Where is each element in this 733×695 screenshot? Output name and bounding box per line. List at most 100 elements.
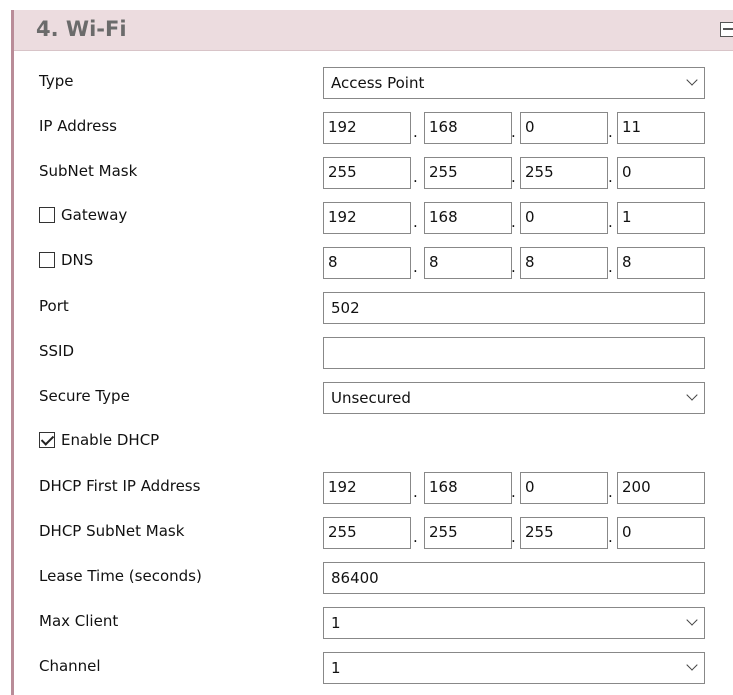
dhcp-first-ip-octet-3[interactable]: 0 (520, 472, 608, 504)
ip-address-input: 192 . 168 . 0 . 11 (323, 112, 705, 144)
ip-separator: . (511, 258, 516, 276)
chevron-down-icon (686, 614, 698, 626)
lease-time-label: Lease Time (seconds) (39, 567, 202, 585)
ip-separator: . (608, 123, 613, 141)
dhcp-subnet-mask-input: 255 . 255 . 255 . 0 (323, 517, 705, 549)
secure-type-label: Secure Type (39, 387, 130, 405)
max-client-value: 1 (331, 614, 341, 632)
ip-separator: . (511, 168, 516, 186)
gateway-octet-2[interactable]: 168 (424, 202, 512, 234)
secure-type-value: Unsecured (331, 389, 411, 407)
max-client-label: Max Client (39, 612, 119, 630)
ip-separator: . (413, 483, 418, 501)
ip-address-label: IP Address (39, 117, 117, 135)
row-subnet-mask: SubNet Mask 255 . 255 . 255 . 0 (14, 153, 733, 195)
type-select-value: Access Point (331, 74, 425, 92)
dhcp-first-ip-input: 192 . 168 . 0 . 200 (323, 472, 705, 504)
chevron-down-icon (686, 74, 698, 86)
dns-checkbox-label[interactable]: DNS (39, 251, 93, 269)
ip-separator: . (511, 528, 516, 546)
ip-separator: . (608, 528, 613, 546)
ip-separator: . (413, 258, 418, 276)
row-channel: Channel 1 (14, 648, 733, 690)
ip-separator: . (608, 168, 613, 186)
subnet-mask-octet-4[interactable]: 0 (617, 157, 705, 189)
row-dns: DNS 8 . 8 . 8 . 8 (14, 243, 733, 285)
dhcp-subnet-mask-label: DHCP SubNet Mask (39, 522, 185, 540)
subnet-mask-octet-3[interactable]: 255 (520, 157, 608, 189)
port-input[interactable]: 502 (323, 292, 705, 324)
enable-dhcp-label: Enable DHCP (61, 431, 160, 449)
chevron-down-icon (686, 389, 698, 401)
channel-value: 1 (331, 659, 341, 677)
subnet-mask-label: SubNet Mask (39, 162, 138, 180)
row-dhcp-subnet-mask: DHCP SubNet Mask 255 . 255 . 255 . 0 (14, 513, 733, 555)
ip-address-octet-3[interactable]: 0 (520, 112, 608, 144)
ip-separator: . (608, 258, 613, 276)
dhcp-first-ip-octet-4[interactable]: 200 (617, 472, 705, 504)
dns-input: 8 . 8 . 8 . 8 (323, 247, 705, 279)
row-type: Type Access Point (14, 63, 733, 105)
dns-octet-4[interactable]: 8 (617, 247, 705, 279)
ip-separator: . (413, 168, 418, 186)
dhcp-first-ip-label: DHCP First IP Address (39, 477, 201, 495)
type-select[interactable]: Access Point (323, 67, 705, 99)
row-ip-address: IP Address 192 . 168 . 0 . 11 (14, 108, 733, 150)
dns-octet-2[interactable]: 8 (424, 247, 512, 279)
gateway-checkbox-label[interactable]: Gateway (39, 206, 127, 224)
subnet-mask-octet-2[interactable]: 255 (424, 157, 512, 189)
channel-label: Channel (39, 657, 101, 675)
row-secure-type: Secure Type Unsecured (14, 378, 733, 420)
gateway-checkbox[interactable] (39, 207, 55, 223)
ip-address-octet-2[interactable]: 168 (424, 112, 512, 144)
wifi-section-panel: 4. Wi-Fi Type Access Point IP Address 19… (14, 10, 733, 695)
dns-checkbox[interactable] (39, 252, 55, 268)
ip-separator: . (608, 213, 613, 231)
ip-separator: . (511, 213, 516, 231)
ssid-input[interactable] (323, 337, 705, 369)
dhcp-subnet-mask-octet-4[interactable]: 0 (617, 517, 705, 549)
chevron-down-icon (686, 659, 698, 671)
type-label: Type (39, 72, 74, 90)
secure-type-select[interactable]: Unsecured (323, 382, 705, 414)
ssid-label: SSID (39, 342, 75, 360)
subnet-mask-input: 255 . 255 . 255 . 0 (323, 157, 705, 189)
dhcp-first-ip-octet-2[interactable]: 168 (424, 472, 512, 504)
gateway-octet-3[interactable]: 0 (520, 202, 608, 234)
ip-separator: . (511, 483, 516, 501)
dns-octet-3[interactable]: 8 (520, 247, 608, 279)
row-port: Port 502 (14, 288, 733, 330)
lease-time-input[interactable]: 86400 (323, 562, 705, 594)
ip-separator: . (413, 528, 418, 546)
max-client-select[interactable]: 1 (323, 607, 705, 639)
dhcp-first-ip-octet-1[interactable]: 192 (323, 472, 411, 504)
subnet-mask-octet-1[interactable]: 255 (323, 157, 411, 189)
channel-select[interactable]: 1 (323, 652, 705, 684)
gateway-octet-1[interactable]: 192 (323, 202, 411, 234)
section-header: 4. Wi-Fi (14, 10, 733, 51)
top-strip (0, 0, 733, 10)
row-enable-dhcp: Enable DHCP (14, 423, 733, 465)
enable-dhcp-checkbox-label[interactable]: Enable DHCP (39, 431, 159, 449)
dhcp-subnet-mask-octet-3[interactable]: 255 (520, 517, 608, 549)
enable-dhcp-checkbox[interactable] (39, 432, 55, 448)
row-gateway: Gateway 192 . 168 . 0 . 1 (14, 198, 733, 240)
ip-address-octet-4[interactable]: 11 (617, 112, 705, 144)
ip-separator: . (413, 213, 418, 231)
ip-separator: . (511, 123, 516, 141)
dhcp-subnet-mask-octet-1[interactable]: 255 (323, 517, 411, 549)
ip-separator: . (608, 483, 613, 501)
row-max-client: Max Client 1 (14, 603, 733, 645)
dhcp-subnet-mask-octet-2[interactable]: 255 (424, 517, 512, 549)
row-dhcp-first-ip: DHCP First IP Address 192 . 168 . 0 . 20… (14, 468, 733, 510)
dns-octet-1[interactable]: 8 (323, 247, 411, 279)
section-title: 4. Wi-Fi (36, 17, 127, 41)
row-ssid: SSID (14, 333, 733, 375)
gateway-octet-4[interactable]: 1 (617, 202, 705, 234)
port-label: Port (39, 297, 69, 315)
collapse-icon[interactable] (720, 22, 733, 37)
gateway-input: 192 . 168 . 0 . 1 (323, 202, 705, 234)
ip-address-octet-1[interactable]: 192 (323, 112, 411, 144)
ip-separator: . (413, 123, 418, 141)
row-lease-time: Lease Time (seconds) 86400 (14, 558, 733, 600)
